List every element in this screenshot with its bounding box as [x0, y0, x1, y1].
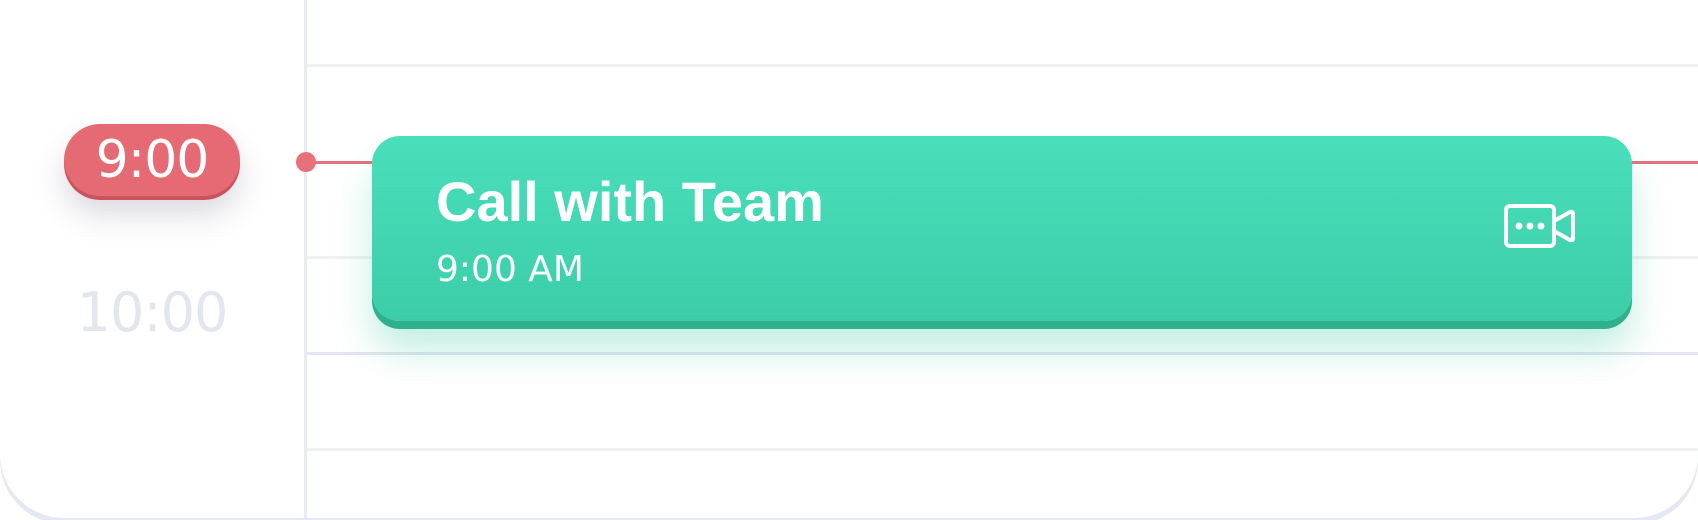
event-time: 9:00 AM: [436, 249, 584, 290]
half-hour-grid-line: [307, 448, 1698, 451]
hour-grid-line: [307, 352, 1698, 355]
current-time-dot: [296, 152, 316, 172]
time-gutter-divider: [304, 0, 307, 518]
current-time-badge: 9:00: [64, 124, 240, 196]
hour-label-10: 10:00: [76, 281, 229, 344]
event-title: Call with Team: [436, 170, 824, 233]
video-call-icon[interactable]: [1504, 204, 1576, 248]
event-card[interactable]: Call with Team 9:00 AM: [372, 136, 1632, 321]
calendar-day-view: 9:00 10:00 Call with Team 9:00 AM: [0, 0, 1698, 518]
hour-grid-line: [307, 64, 1698, 67]
